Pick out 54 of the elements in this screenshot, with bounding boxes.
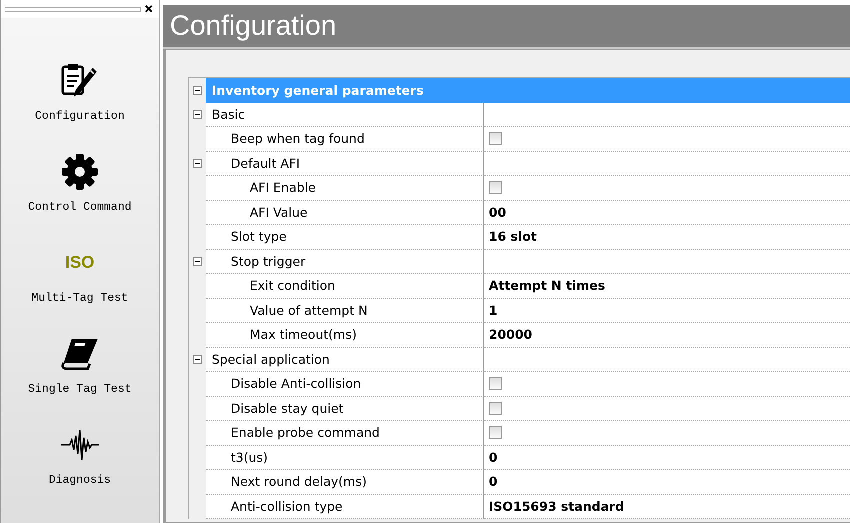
property-label: Exit condition [249,278,336,294]
collapse-icon[interactable] [193,355,202,364]
value-cell[interactable]: 0 [484,446,850,470]
property-label: Default AFI [230,156,300,171]
property-label: AFI Enable [249,180,316,196]
property-label: Disable Anti-collision [230,376,362,392]
page-title: Configuration [170,10,337,42]
sidebar-item-label[interactable]: Multi-Tag Test [32,292,128,305]
value-cell[interactable]: 0 [484,470,850,494]
property-label: Disable stay quiet [230,400,344,416]
value-cell[interactable]: 16 slot [484,225,850,250]
property-value[interactable]: 00 [489,204,506,220]
property-label: t3(us) [230,450,268,465]
property-value[interactable]: 20000 [489,327,532,342]
checkbox[interactable] [489,181,502,194]
property-value[interactable]: 0 [489,450,498,465]
property-value[interactable]: Attempt N times [489,278,606,294]
checkbox[interactable] [489,132,502,146]
sidebar-item-label[interactable]: Single Tag Test [28,383,132,396]
property-label: Special application [211,352,330,367]
property-value[interactable]: 0 [489,474,498,490]
property-label: Slot type [230,229,287,244]
property-label: AFI Value [249,204,308,220]
sidebar-item-label[interactable]: Diagnosis [48,474,112,487]
book-icon[interactable] [60,337,100,371]
sidebar-item-label[interactable]: Configuration [35,110,125,123]
collapse-icon[interactable] [193,159,202,168]
property-value[interactable]: ISO15693 standard [489,498,624,514]
value-cell[interactable]: 20000 [484,323,850,348]
checkbox[interactable] [489,426,502,440]
property-label: Value of attempt N [249,302,368,318]
checkbox[interactable] [489,377,502,390]
collapse-icon[interactable] [193,257,202,266]
property-label: Max timeout(ms) [249,327,357,342]
property-label: Enable probe command [230,425,380,440]
property-label: Beep when tag found [230,131,365,146]
property-label: Stop trigger [230,254,306,269]
collapse-icon[interactable] [193,86,202,95]
gear-icon[interactable] [61,153,99,191]
property-label: Anti-collision type [230,498,343,514]
checkbox[interactable] [489,402,502,415]
collapse-icon[interactable] [193,110,202,120]
waveform-icon[interactable] [60,428,100,462]
property-value[interactable]: 16 slot [489,229,538,244]
property-label: Basic [211,106,246,122]
close-icon[interactable] [145,5,153,13]
sidebar-item-label[interactable]: Control Command [28,201,132,214]
value-cell[interactable]: 00 [484,200,850,225]
value-cell[interactable]: ISO15693 standard [484,494,850,519]
property-label: Next round delay(ms) [230,474,367,490]
value-cell[interactable]: Attempt N times [484,274,850,298]
property-value[interactable]: 1 [489,302,498,318]
value-cell[interactable]: 1 [484,298,850,323]
clipboard-pencil-icon[interactable] [60,62,100,100]
